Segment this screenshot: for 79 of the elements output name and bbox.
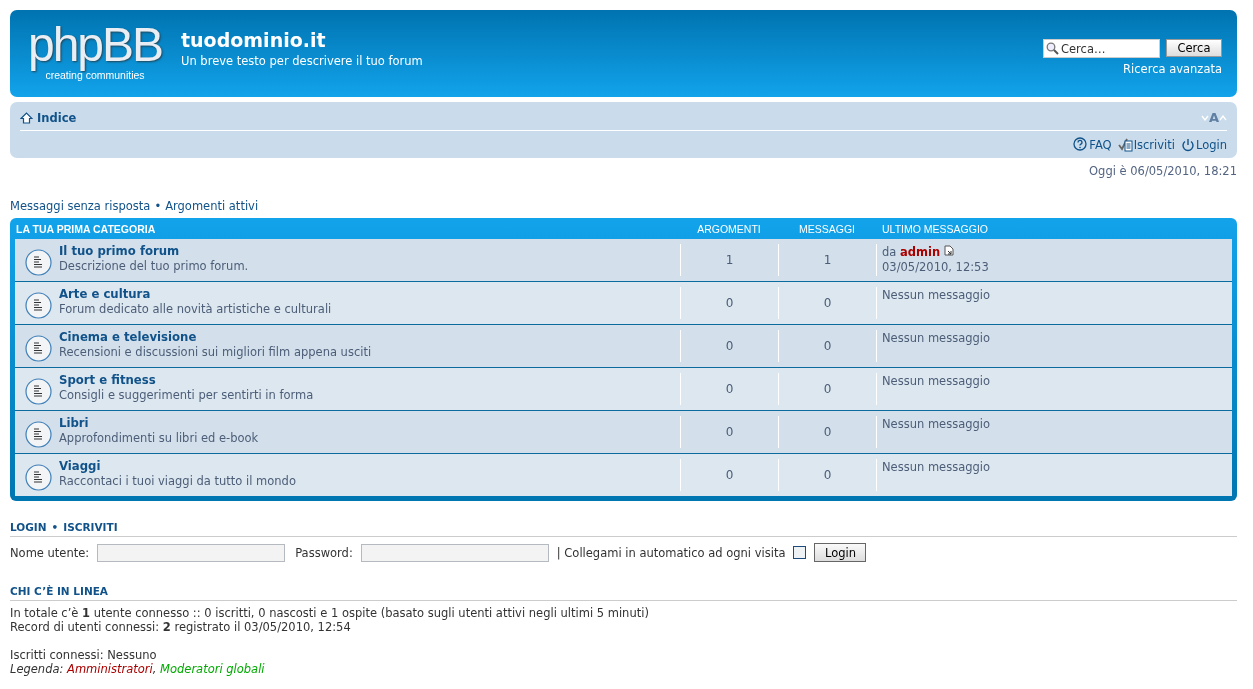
advanced-search-link[interactable]: Ricerca avanzata — [1123, 62, 1222, 76]
forum-title-link[interactable]: Il tuo primo forum — [59, 243, 249, 258]
forum-description: Forum dedicato alle novità artistiche e culturali — [59, 302, 332, 316]
posts-count: 0 — [778, 373, 876, 405]
password-label: Password: — [295, 545, 353, 560]
last-post-info: da admin 03/05/2010, 12:53 — [876, 244, 1232, 276]
topics-count: 0 — [680, 416, 778, 448]
forum-description: Approfondimenti su libri ed e-book — [59, 431, 259, 445]
topics-count: 1 — [680, 244, 778, 276]
legend-text: Legenda: Amministratori, Moderatori globali — [10, 662, 266, 676]
online-stats-text: In totale c’è 1 utente connesso :: 0 iscritti, 0 nascosti e 1 ospite (basato sugli utenti attivi negli ultimi 5 minuti) — [10, 606, 650, 620]
separator-dot: • — [154, 199, 162, 213]
power-icon — [1180, 137, 1195, 152]
forum-read-icon — [25, 378, 52, 405]
posts-count: 0 — [778, 459, 876, 491]
login-button[interactable]: Login — [814, 543, 867, 562]
posts-count: 0 — [778, 330, 876, 362]
site-description: Un breve testo per descrivere il tuo forum — [181, 54, 424, 68]
quick-link[interactable]: Argomenti attivi — [165, 199, 259, 213]
username-field[interactable] — [97, 543, 286, 562]
search-field[interactable]: Cerca… — [1043, 39, 1160, 58]
separator-dot: • — [51, 521, 59, 533]
view-post-icon[interactable] — [943, 245, 954, 256]
no-posts-text: Nessun messaggio — [876, 459, 1232, 491]
home-icon — [20, 111, 33, 124]
help-icon — [1073, 137, 1089, 152]
site-title: tuodominio.it — [181, 29, 327, 51]
online-users-text: Iscritti connessi: Nessuno — [10, 648, 158, 662]
no-posts-text: Nessun messaggio — [876, 287, 1232, 319]
topics-count: 0 — [680, 287, 778, 319]
column-header: MESSAGGI — [798, 222, 856, 235]
forum-read-icon — [25, 249, 52, 276]
password-field[interactable] — [360, 543, 549, 562]
logo[interactable]: phpBB creating communities — [25, 26, 165, 81]
search-icon — [1046, 42, 1059, 55]
forum-read-icon — [25, 421, 52, 448]
forum-read-icon — [25, 292, 52, 319]
forum-title-link[interactable]: Viaggi — [59, 458, 296, 473]
online-stats-text: Record di utenti connessi: 2 registrato il 03/05/2010, 12:54 — [10, 620, 352, 634]
forum-description: Recensioni e discussioni sui migliori film appena usciti — [59, 345, 372, 359]
column-header: ULTIMO MESSAGGIO — [881, 222, 989, 235]
group-link[interactable]: Amministratori — [67, 662, 153, 676]
autologin-checkbox[interactable] — [793, 546, 807, 559]
posts-count: 0 — [778, 287, 876, 319]
topics-count: 0 — [680, 459, 778, 491]
forum-description: Descrizione del tuo primo forum. — [59, 259, 249, 273]
section-heading: CHI C’È IN LINEA — [10, 585, 108, 597]
caret-down-icon — [1200, 114, 1209, 121]
nav-link[interactable]: Iscriviti — [1117, 137, 1175, 152]
posts-count: 0 — [778, 416, 876, 448]
topics-count: 0 — [680, 373, 778, 405]
no-posts-text: Nessun messaggio — [876, 416, 1232, 448]
section-heading-link[interactable]: LOGIN — [10, 521, 47, 533]
section-heading-link[interactable]: ISCRIVITI — [63, 521, 118, 533]
topics-count: 0 — [680, 330, 778, 362]
author-link[interactable]: admin — [900, 245, 941, 259]
forum-title-link[interactable]: Arte e cultura — [59, 286, 332, 301]
column-header: ARGOMENTI — [696, 222, 762, 235]
forum-description: Raccontaci i tuoi viaggi da tutto il mondo — [59, 474, 296, 488]
posts-count: 1 — [778, 244, 876, 276]
search-button[interactable]: Cerca — [1166, 39, 1222, 57]
forum-title-link[interactable]: Sport e fitness — [59, 372, 314, 387]
forum-read-icon — [25, 335, 52, 362]
breadcrumb-link[interactable]: Indice — [20, 110, 77, 125]
checklist-icon — [1117, 137, 1133, 152]
group-link[interactable]: Moderatori globali — [160, 662, 265, 676]
username-label: Nome utente: — [10, 545, 90, 560]
current-time: Oggi è 06/05/2010, 18:21 — [1088, 164, 1237, 178]
quick-link[interactable]: Messaggi senza risposta — [10, 199, 151, 213]
forum-title-link[interactable]: Cinema e televisione — [59, 329, 372, 344]
forum-description: Consigli e suggerimenti per sentirti in forma — [59, 388, 314, 402]
no-posts-text: Nessun messaggio — [876, 330, 1232, 362]
forum-read-icon — [25, 464, 52, 491]
caret-up-icon — [1219, 114, 1227, 121]
forum-title-link[interactable]: Libri — [59, 415, 259, 430]
no-posts-text: Nessun messaggio — [876, 373, 1232, 405]
nav-link[interactable]: FAQ — [1073, 137, 1112, 152]
nav-link[interactable]: Login — [1180, 137, 1227, 152]
autologin-label: | Collegami in automatico ad ogni visita — [556, 545, 786, 560]
